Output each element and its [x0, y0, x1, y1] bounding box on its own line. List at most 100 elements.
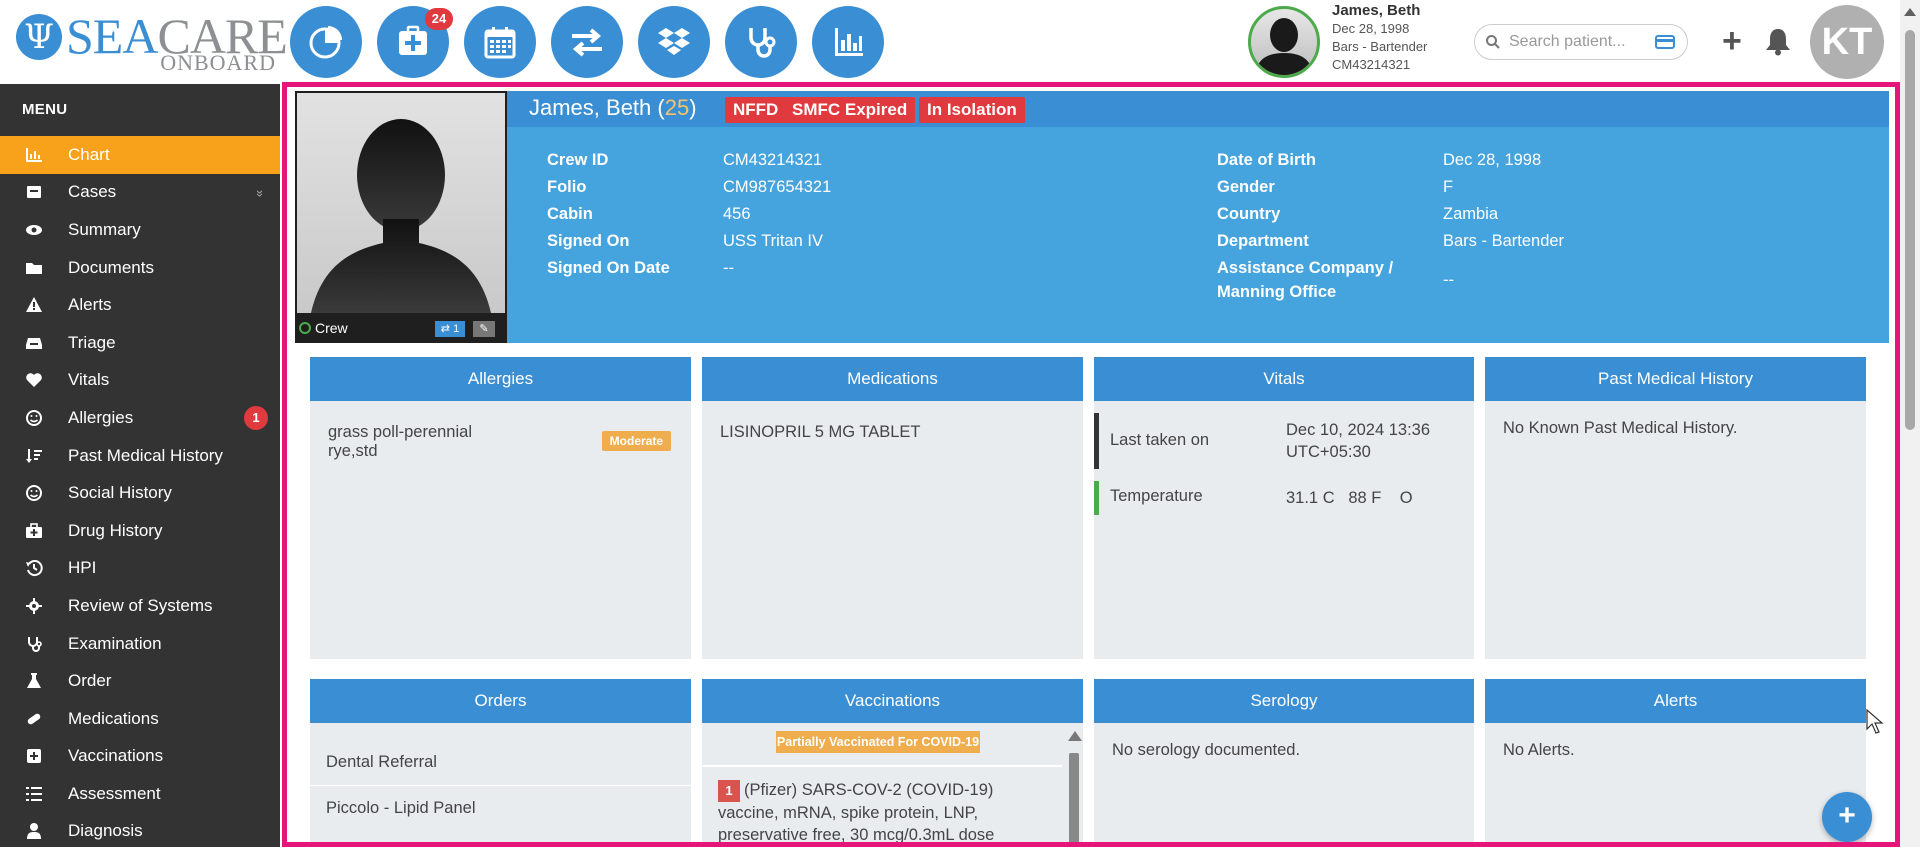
- scroll-thumb[interactable]: [1905, 30, 1915, 430]
- seacare-logo[interactable]: Ψ SEACARE ONBOARD: [14, 10, 288, 75]
- sidebar-item-label: Social History: [68, 483, 172, 503]
- allergies-card[interactable]: Allergies grass poll-perennial rye,std M…: [310, 357, 691, 659]
- sidebar-item-allergies[interactable]: Allergies 1: [0, 399, 280, 437]
- expand-chevron-icon[interactable]: »: [253, 189, 268, 196]
- alerts-card-title: Alerts: [1485, 679, 1866, 723]
- reports-chart-button[interactable]: [812, 6, 884, 78]
- logo-subtitle: ONBOARD: [160, 50, 276, 75]
- heart-icon: [0, 371, 68, 389]
- transfer-button[interactable]: [551, 6, 623, 78]
- vaccinations-list[interactable]: Partially Vaccinated For COVID-19 1 (Pfiz…: [702, 723, 1083, 842]
- transfer-icon: [572, 28, 602, 57]
- vitals-card-title: Vitals: [1094, 357, 1474, 401]
- search-input[interactable]: Search patient...: [1509, 33, 1626, 51]
- scroll-up-arrow[interactable]: [1068, 731, 1082, 741]
- tag-in-isolation[interactable]: In Isolation: [919, 97, 1025, 123]
- sidebar-item-label: Alerts: [68, 295, 112, 315]
- patient-name-age: James, Beth (25): [529, 95, 697, 120]
- sidebar-item-medications[interactable]: Medications: [0, 700, 280, 738]
- sidebar-item-assessment[interactable]: Assessment: [0, 775, 280, 813]
- link-icon[interactable]: ✎: [473, 321, 495, 337]
- floating-add-button[interactable]: +: [1822, 792, 1872, 842]
- dropbox-button[interactable]: [638, 6, 710, 78]
- user-md-icon: [0, 822, 68, 840]
- orders-card[interactable]: Orders Dental Referral Piccolo - Lipid P…: [310, 679, 691, 842]
- sidebar-item-order[interactable]: Order: [0, 662, 280, 700]
- stethoscope-icon: [749, 28, 776, 58]
- patient-crew-id: CM43214321: [1332, 57, 1411, 72]
- vaccinations-card[interactable]: Vaccinations Partially Vaccinated For CO…: [702, 679, 1083, 842]
- vaccinations-card-title: Vaccinations: [702, 679, 1083, 723]
- sidebar-item-hpi[interactable]: HPI: [0, 550, 280, 588]
- sidebar-item-label: Order: [68, 671, 112, 691]
- sidebar-item-label: Vaccinations: [68, 746, 164, 766]
- tag-nffd[interactable]: NFFD: [725, 97, 787, 123]
- sidebar-item-alerts[interactable]: Alerts: [0, 286, 280, 324]
- sidebar-item-diagnosis[interactable]: Diagnosis: [0, 813, 280, 850]
- alerts-card[interactable]: Alerts No Alerts.: [1485, 679, 1866, 842]
- sidebar-item-triage[interactable]: Triage: [0, 324, 280, 362]
- stethoscope-button[interactable]: [725, 6, 797, 78]
- case-count-badge: 24: [425, 8, 453, 30]
- sort-icon: [0, 447, 68, 465]
- sidebar-item-label: Chart: [68, 144, 110, 164]
- sidebar-item-label: Documents: [68, 257, 154, 277]
- sidebar-item-label: Medications: [68, 708, 159, 728]
- sidebar-item-drug-history[interactable]: Drug History: [0, 512, 280, 550]
- scroll-up-arrow[interactable]: [1904, 8, 1916, 16]
- vaccinations-scrollbar[interactable]: [1065, 723, 1083, 842]
- dashboard-pie-button[interactable]: [290, 6, 362, 78]
- sidebar-item-cases[interactable]: Cases »: [0, 174, 280, 212]
- sidebar-item-past-medical-history[interactable]: Past Medical History: [0, 437, 280, 475]
- medication-item: LISINOPRIL 5 MG TABLET: [720, 423, 921, 441]
- smile-icon: [0, 409, 68, 427]
- plus-square-icon: [0, 747, 68, 765]
- patient-quick-info[interactable]: James, Beth Dec 28, 1998 Bars - Bartende…: [1332, 2, 1427, 74]
- sidebar-item-chart[interactable]: Chart: [0, 136, 280, 174]
- history-icon: [0, 559, 68, 577]
- share-count-button[interactable]: ⇄ 1: [435, 321, 465, 337]
- order-item[interactable]: Dental Referral: [326, 753, 437, 772]
- past-medical-history-card[interactable]: Past Medical History No Known Past Medic…: [1485, 357, 1866, 659]
- patient-photo[interactable]: [297, 93, 505, 313]
- calendar-button[interactable]: [464, 6, 536, 78]
- patient-search[interactable]: Search patient...: [1474, 24, 1688, 60]
- scroll-thumb[interactable]: [1069, 753, 1079, 842]
- sidebar-item-review-of-systems[interactable]: Review of Systems: [0, 587, 280, 625]
- patient-dob: Dec 28, 1998: [1332, 21, 1410, 36]
- sidebar-item-label: Allergies: [68, 407, 134, 427]
- bell-icon[interactable]: [1764, 26, 1792, 56]
- sidebar-item-summary[interactable]: Summary: [0, 211, 280, 249]
- cases-icon: [0, 183, 68, 201]
- sidebar-item-label: HPI: [68, 558, 97, 578]
- sidebar-item-social-history[interactable]: Social History: [0, 474, 280, 512]
- sidebar-item-label: Diagnosis: [68, 821, 143, 841]
- id-card-icon[interactable]: [1655, 34, 1675, 50]
- user-avatar[interactable]: KT: [1810, 5, 1884, 79]
- vaccination-item[interactable]: 1 (Pfizer) SARS-COV-2 (COVID-19) vaccine,…: [718, 779, 1038, 842]
- sidebar-item-vitals[interactable]: Vitals: [0, 362, 280, 400]
- add-icon[interactable]: +: [1722, 22, 1742, 60]
- sidebar-item-documents[interactable]: Documents: [0, 249, 280, 287]
- menu-title: MENU: [22, 101, 68, 118]
- page-scrollbar[interactable]: [1900, 0, 1920, 847]
- patient-photo-box: Crew ⇄ 1 ✎: [295, 91, 507, 343]
- order-item[interactable]: Piccolo - Lipid Panel: [326, 799, 476, 818]
- serology-card[interactable]: Serology No serology documented.: [1094, 679, 1474, 842]
- patient-type-label: Crew: [315, 320, 348, 336]
- medications-card[interactable]: Medications LISINOPRIL 5 MG TABLET: [702, 357, 1083, 659]
- alerts-text: No Alerts.: [1503, 741, 1575, 759]
- sidebar-item-label: Past Medical History: [68, 445, 223, 465]
- patient-avatar[interactable]: [1248, 6, 1320, 78]
- person-silhouette-icon: [311, 119, 491, 313]
- sidebar-item-examination[interactable]: Examination: [0, 625, 280, 663]
- sidebar-item-label: Examination: [68, 633, 162, 653]
- add-case-button[interactable]: 24: [377, 6, 453, 78]
- patient-department: Bars - Bartender: [1332, 39, 1428, 54]
- tag-smfc-expired[interactable]: SMFC Expired: [784, 97, 916, 123]
- vitals-card[interactable]: Vitals Last taken on Dec 10, 2024 13:36 U…: [1094, 357, 1474, 659]
- serology-text: No serology documented.: [1112, 741, 1301, 759]
- photo-footer: Crew ⇄ 1 ✎: [295, 313, 507, 343]
- patient-header-strip: James, Beth (25) NFFD SMFC Expired In Is…: [507, 91, 1889, 127]
- sidebar-item-vaccinations[interactable]: Vaccinations: [0, 738, 280, 776]
